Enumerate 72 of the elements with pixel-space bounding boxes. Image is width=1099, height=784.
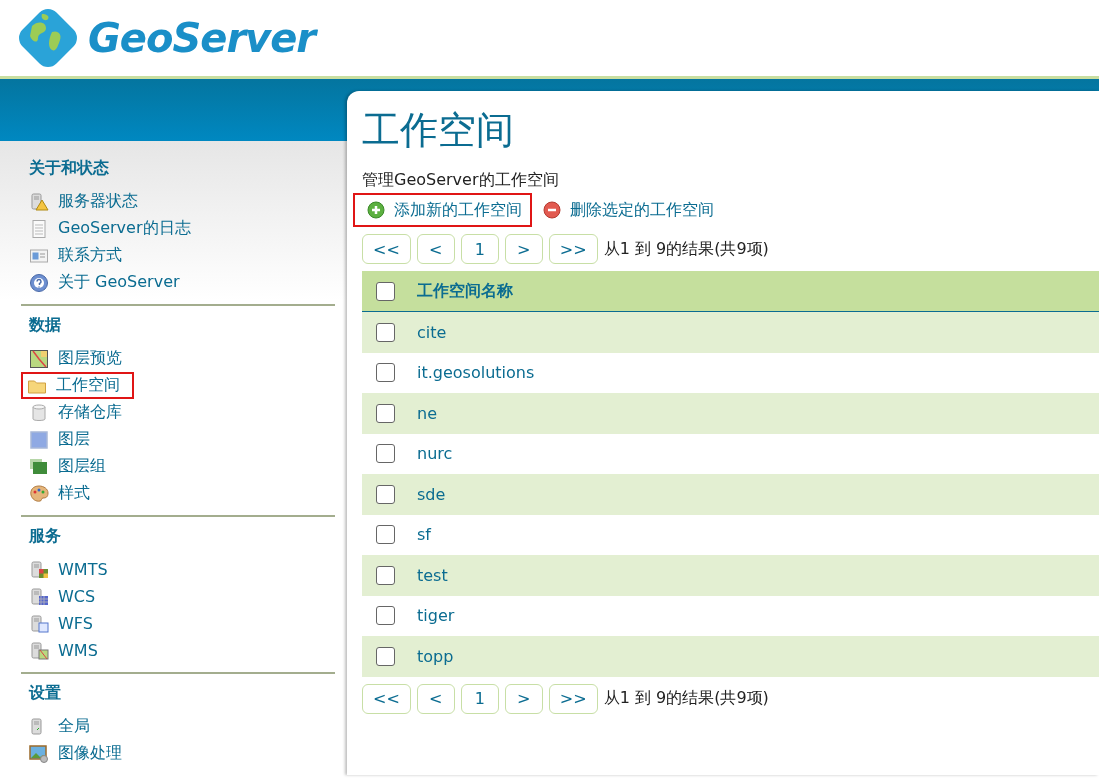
row-checkbox[interactable] bbox=[376, 363, 395, 383]
add-link[interactable]: 添加新的工作空间 bbox=[353, 193, 532, 227]
workspace-link[interactable]: tiger bbox=[417, 606, 455, 626]
result-summary: 从1 到 9的结果(共9项) bbox=[603, 238, 769, 260]
sidebar-link[interactable]: 图层预览 bbox=[29, 345, 122, 372]
sidebar-link[interactable]: GeoServer的日志 bbox=[29, 215, 191, 242]
workspace-link[interactable]: it.geosolutions bbox=[417, 363, 535, 383]
pager-button[interactable]: << bbox=[362, 234, 411, 264]
sidebar-link[interactable]: 关于 GeoServer bbox=[29, 269, 180, 296]
document-icon bbox=[29, 218, 49, 239]
pager-button[interactable]: >> bbox=[548, 234, 598, 264]
row-checkbox[interactable] bbox=[376, 646, 395, 666]
sidebar-link[interactable]: WCS bbox=[29, 583, 96, 610]
workspace-link[interactable]: ne bbox=[417, 403, 437, 423]
logo-text: GeoServer bbox=[88, 15, 316, 61]
workspace-link[interactable]: test bbox=[417, 565, 448, 585]
page-description: 管理GeoServer的工作空间 bbox=[362, 170, 560, 191]
sidebar-link[interactable]: 存储仓库 bbox=[29, 399, 122, 426]
sidebar-link[interactable]: 联系方式 bbox=[29, 242, 122, 269]
sidebar-heading: 数据 bbox=[29, 315, 62, 336]
row-checkbox[interactable] bbox=[376, 525, 395, 545]
map-icon bbox=[29, 348, 49, 369]
minus-circle-icon bbox=[542, 200, 562, 220]
pager-button[interactable]: << bbox=[362, 683, 411, 714]
row-checkbox[interactable] bbox=[376, 484, 395, 504]
pager-button[interactable]: 1 bbox=[460, 683, 499, 714]
remove-link[interactable]: 删除选定的工作空间 bbox=[538, 193, 724, 227]
row-checkbox[interactable] bbox=[376, 322, 395, 342]
sidebar-link[interactable]: WMS bbox=[29, 637, 98, 664]
sidebar-link[interactable]: 图层组 bbox=[29, 453, 106, 480]
pager-button[interactable]: < bbox=[416, 683, 455, 714]
page-title: 工作空间 bbox=[362, 107, 515, 154]
workspace-link[interactable]: nurc bbox=[417, 444, 453, 464]
server-square-icon bbox=[29, 613, 49, 634]
pager-button[interactable]: > bbox=[504, 234, 543, 264]
workspace-link[interactable]: cite bbox=[417, 322, 447, 342]
row-checkbox[interactable] bbox=[376, 444, 395, 464]
server-warning-icon bbox=[29, 191, 49, 212]
row-checkbox[interactable] bbox=[376, 606, 395, 626]
server-tiles-icon bbox=[29, 559, 49, 580]
select-all-checkbox[interactable] bbox=[376, 281, 395, 301]
layer-icon bbox=[29, 429, 49, 450]
plus-circle-icon bbox=[366, 200, 386, 220]
pager-button[interactable]: > bbox=[504, 683, 543, 714]
pager-button[interactable]: >> bbox=[548, 683, 598, 714]
sidebar-link[interactable]: 图像处理 bbox=[29, 740, 122, 767]
row-checkbox[interactable] bbox=[376, 565, 395, 585]
palette-icon bbox=[29, 483, 49, 504]
sidebar-link[interactable]: 工作空间 bbox=[21, 372, 134, 399]
sidebar-link[interactable]: WMTS bbox=[29, 556, 108, 583]
sidebar-heading: 设置 bbox=[29, 683, 62, 704]
sidebar-link[interactable]: 样式 bbox=[29, 480, 90, 507]
row-checkbox[interactable] bbox=[376, 403, 395, 423]
sidebar-link[interactable]: WFS bbox=[29, 610, 93, 637]
image-gear-icon bbox=[29, 743, 49, 764]
pager-button[interactable]: < bbox=[416, 234, 455, 264]
workspace-link[interactable]: sde bbox=[417, 484, 446, 504]
column-heading: 工作空间名称 bbox=[417, 280, 513, 302]
sidebar-link[interactable]: 全局 bbox=[29, 713, 90, 740]
sidebar-link[interactable]: 服务器状态 bbox=[29, 188, 138, 215]
result-summary: 从1 到 9的结果(共9项) bbox=[603, 688, 769, 709]
sidebar-heading: 关于和状态 bbox=[29, 158, 110, 179]
sidebar-heading: 服务 bbox=[29, 526, 62, 547]
workspace-link[interactable]: sf bbox=[417, 525, 431, 545]
layer-group-icon bbox=[29, 456, 49, 477]
server-map-icon bbox=[29, 640, 49, 661]
help-icon bbox=[29, 272, 49, 293]
sidebar-link[interactable]: 图层 bbox=[29, 426, 90, 453]
workspace-link[interactable]: topp bbox=[417, 646, 454, 666]
pager-button[interactable]: 1 bbox=[460, 234, 499, 264]
database-icon bbox=[29, 402, 49, 423]
server-grid-icon bbox=[29, 586, 49, 607]
